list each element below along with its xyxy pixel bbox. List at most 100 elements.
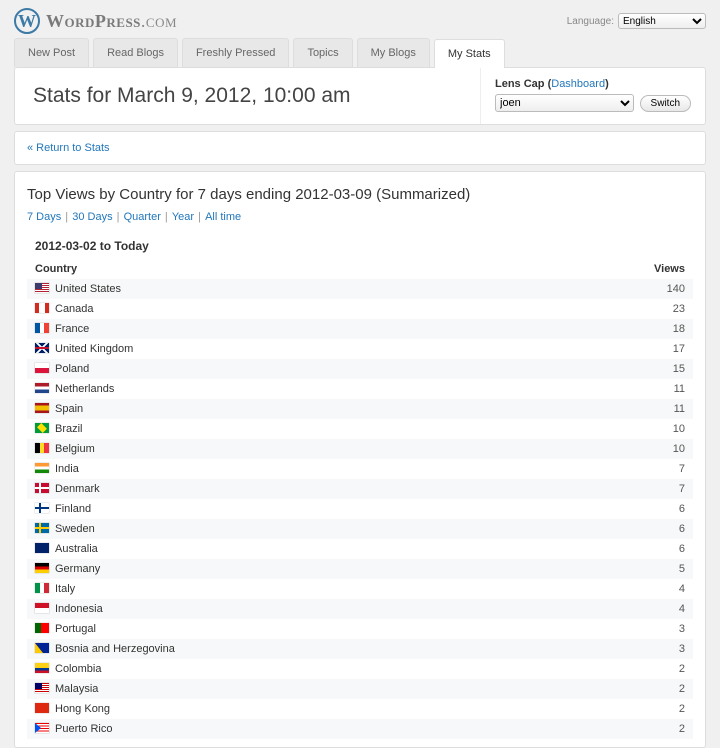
blog-switcher-title: Lens Cap (Dashboard) <box>495 78 691 90</box>
country-cell: Indonesia <box>27 599 633 619</box>
switch-button[interactable]: Switch <box>640 95 691 112</box>
table-row: Portugal3 <box>27 619 693 639</box>
views-cell: 4 <box>633 579 693 599</box>
table-row: Hong Kong2 <box>27 699 693 719</box>
country-cell: Colombia <box>27 659 633 679</box>
tab-topics[interactable]: Topics <box>293 38 352 67</box>
return-to-stats-link[interactable]: « Return to Stats <box>27 142 110 154</box>
co-flag-icon <box>35 663 49 673</box>
country-cell: Canada <box>27 299 633 319</box>
country-cell: Spain <box>27 399 633 419</box>
country-cell: Germany <box>27 559 633 579</box>
range-links: 7 Days | 30 Days | Quarter | Year | All … <box>27 211 693 223</box>
country-cell: Netherlands <box>27 379 633 399</box>
views-cell: 3 <box>633 639 693 659</box>
views-cell: 7 <box>633 459 693 479</box>
table-row: Colombia2 <box>27 659 693 679</box>
tab-freshly-pressed[interactable]: Freshly Pressed <box>182 38 289 67</box>
tab-my-blogs[interactable]: My Blogs <box>357 38 430 67</box>
range-link-quarter[interactable]: Quarter <box>124 211 161 223</box>
country-cell: Sweden <box>27 519 633 539</box>
tab-my-stats[interactable]: My Stats <box>434 39 505 68</box>
views-cell: 18 <box>633 319 693 339</box>
ca-flag-icon <box>35 303 49 313</box>
country-cell: Portugal <box>27 619 633 639</box>
nav-tabs: New PostRead BlogsFreshly PressedTopicsM… <box>0 38 720 67</box>
blog-user-select[interactable]: joen <box>495 94 634 112</box>
country-cell: Italy <box>27 579 633 599</box>
language-label: Language: <box>567 16 614 27</box>
views-cell: 2 <box>633 679 693 699</box>
views-cell: 2 <box>633 699 693 719</box>
tab-read-blogs[interactable]: Read Blogs <box>93 38 178 67</box>
table-row: Brazil10 <box>27 419 693 439</box>
be-flag-icon <box>35 443 49 453</box>
views-cell: 3 <box>633 619 693 639</box>
views-cell: 10 <box>633 419 693 439</box>
col-views: Views <box>633 259 693 279</box>
country-cell: Brazil <box>27 419 633 439</box>
views-cell: 15 <box>633 359 693 379</box>
views-cell: 10 <box>633 439 693 459</box>
pt-flag-icon <box>35 623 49 633</box>
table-row: Spain11 <box>27 399 693 419</box>
range-link-7-days[interactable]: 7 Days <box>27 211 61 223</box>
range-link-year[interactable]: Year <box>172 211 194 223</box>
table-row: Canada23 <box>27 299 693 319</box>
table-row: Belgium10 <box>27 439 693 459</box>
country-cell: Poland <box>27 359 633 379</box>
table-row: Puerto Rico2 <box>27 719 693 739</box>
country-cell: Bosnia and Herzegovina <box>27 639 633 659</box>
brand[interactable]: W WordPress.com <box>14 8 177 34</box>
summary-title: Top Views by Country for 7 days ending 2… <box>27 186 693 203</box>
views-cell: 2 <box>633 659 693 679</box>
us-flag-icon <box>35 283 49 293</box>
table-row: France18 <box>27 319 693 339</box>
country-cell: Malaysia <box>27 679 633 699</box>
views-cell: 6 <box>633 539 693 559</box>
table-row: Italy4 <box>27 579 693 599</box>
views-cell: 17 <box>633 339 693 359</box>
dashboard-link[interactable]: Dashboard <box>551 78 605 90</box>
country-views-table: Country Views United States140Canada23Fr… <box>27 259 693 739</box>
table-row: United States140 <box>27 279 693 299</box>
range-link-all-time[interactable]: All time <box>205 211 241 223</box>
brand-text: WordPress.com <box>46 11 177 32</box>
se-flag-icon <box>35 523 49 533</box>
my-flag-icon <box>35 683 49 693</box>
country-cell: Hong Kong <box>27 699 633 719</box>
country-cell: Belgium <box>27 439 633 459</box>
table-row: Netherlands11 <box>27 379 693 399</box>
views-cell: 5 <box>633 559 693 579</box>
stats-header-panel: Stats for March 9, 2012, 10:00 am Lens C… <box>14 67 706 125</box>
it-flag-icon <box>35 583 49 593</box>
country-views-panel: Top Views by Country for 7 days ending 2… <box>14 171 706 748</box>
in-flag-icon <box>35 463 49 473</box>
table-row: Malaysia2 <box>27 679 693 699</box>
pl-flag-icon <box>35 363 49 373</box>
table-row: Indonesia4 <box>27 599 693 619</box>
views-cell: 6 <box>633 499 693 519</box>
country-cell: Australia <box>27 539 633 559</box>
language-select[interactable]: English <box>618 13 706 29</box>
range-link-30-days[interactable]: 30 Days <box>72 211 112 223</box>
page-title: Stats for March 9, 2012, 10:00 am <box>33 84 462 108</box>
top-bar: W WordPress.com Language: English <box>0 0 720 38</box>
gb-flag-icon <box>35 343 49 353</box>
country-cell: France <box>27 319 633 339</box>
country-cell: India <box>27 459 633 479</box>
country-cell: United Kingdom <box>27 339 633 359</box>
pr-flag-icon <box>35 723 49 733</box>
table-row: Poland15 <box>27 359 693 379</box>
wordpress-logo-icon: W <box>14 8 40 34</box>
views-cell: 4 <box>633 599 693 619</box>
nl-flag-icon <box>35 383 49 393</box>
table-row: Denmark7 <box>27 479 693 499</box>
table-row: United Kingdom17 <box>27 339 693 359</box>
hk-flag-icon <box>35 703 49 713</box>
return-panel: « Return to Stats <box>14 131 706 165</box>
period-subhead: 2012-03-02 to Today <box>27 235 693 257</box>
ba-flag-icon <box>35 643 49 653</box>
tab-new-post[interactable]: New Post <box>14 38 89 67</box>
id-flag-icon <box>35 603 49 613</box>
